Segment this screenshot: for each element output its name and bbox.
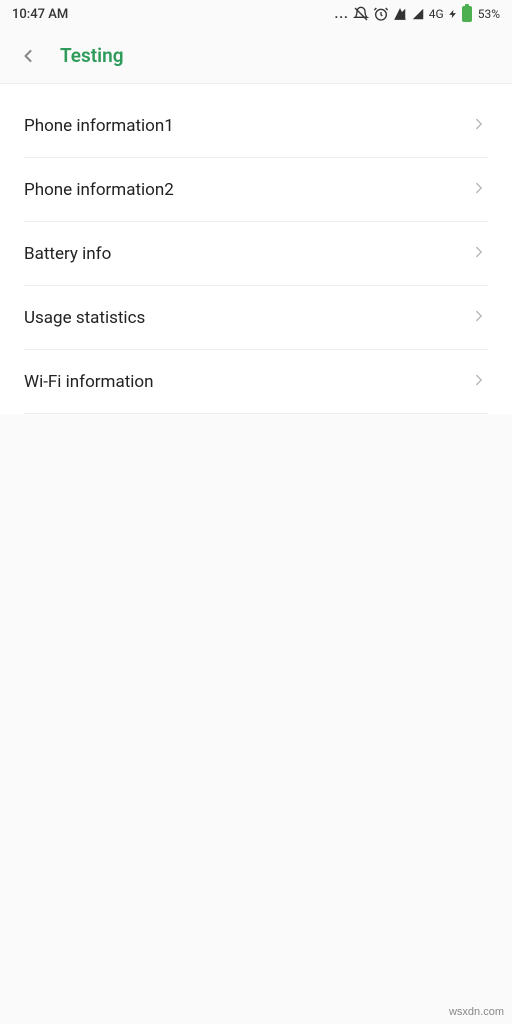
chevron-right-icon bbox=[470, 115, 488, 137]
menu-list: Phone information1 Phone information2 Ba… bbox=[0, 84, 512, 414]
signal-2-icon bbox=[411, 7, 425, 21]
chevron-right-icon bbox=[470, 243, 488, 265]
chevron-left-icon bbox=[18, 46, 38, 66]
battery-percent: 53% bbox=[478, 7, 500, 21]
menu-item-label: Wi-Fi information bbox=[24, 372, 153, 392]
alarm-icon bbox=[373, 6, 389, 22]
menu-item-label: Usage statistics bbox=[24, 308, 145, 328]
chevron-right-icon bbox=[470, 179, 488, 201]
charging-icon bbox=[448, 7, 458, 21]
back-button[interactable] bbox=[16, 44, 40, 68]
menu-item-battery-info[interactable]: Battery info bbox=[0, 222, 512, 286]
status-icons: ... 4G bbox=[334, 6, 500, 22]
more-icon: ... bbox=[334, 7, 348, 22]
status-bar: 10:47 AM ... bbox=[0, 0, 512, 28]
chevron-right-icon bbox=[470, 371, 488, 393]
watermark: wsxdn.com bbox=[449, 1006, 504, 1018]
menu-item-usage-statistics[interactable]: Usage statistics bbox=[0, 286, 512, 350]
network-label: 4G bbox=[429, 7, 444, 21]
app-bar: Testing bbox=[0, 28, 512, 84]
battery-icon bbox=[462, 6, 472, 22]
mute-icon bbox=[353, 6, 369, 22]
chevron-right-icon bbox=[470, 307, 488, 329]
page-title: Testing bbox=[60, 44, 124, 67]
status-time: 10:47 AM bbox=[12, 7, 68, 22]
menu-item-label: Battery info bbox=[24, 244, 111, 264]
signal-1-icon bbox=[393, 7, 407, 21]
menu-item-label: Phone information1 bbox=[24, 116, 174, 136]
menu-item-label: Phone information2 bbox=[24, 180, 174, 200]
menu-item-phone-info-2[interactable]: Phone information2 bbox=[0, 158, 512, 222]
menu-item-wifi-information[interactable]: Wi-Fi information bbox=[0, 350, 512, 414]
menu-item-phone-info-1[interactable]: Phone information1 bbox=[0, 94, 512, 158]
